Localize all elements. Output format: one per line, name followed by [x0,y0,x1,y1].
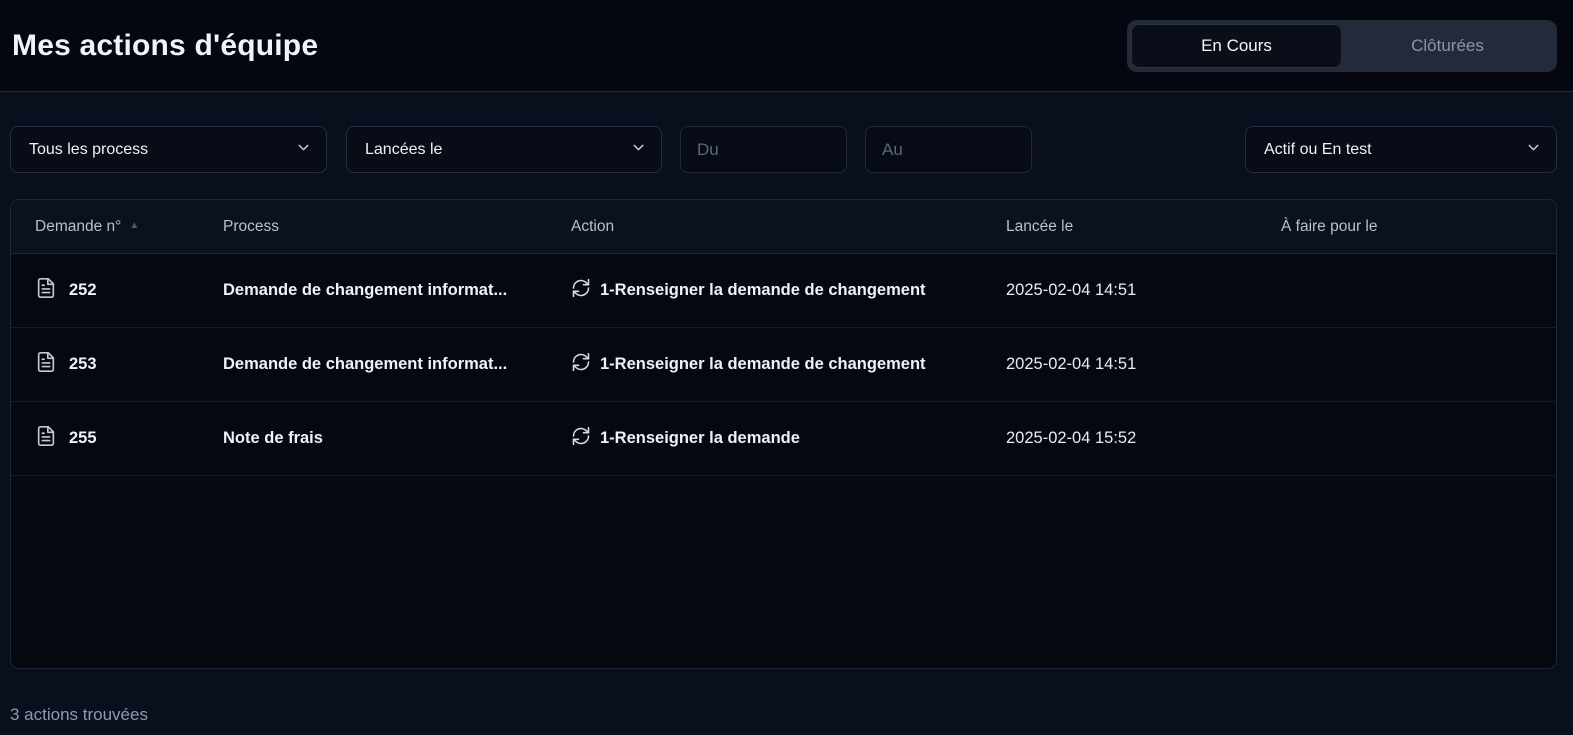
column-header-label: Demande n° [35,218,121,236]
action-label: 1-Renseigner la demande de changement [600,281,926,300]
action-label: 1-Renseigner la demande [600,429,800,448]
action-label: 1-Renseigner la demande de changement [600,355,926,374]
table-row[interactable]: 253 Demande de changement informat... 1-… [11,328,1556,402]
date-from-input[interactable] [680,126,847,173]
page-header: Mes actions d'équipe En Cours Clôturées [0,0,1573,92]
demande-number: 252 [69,281,97,300]
launched-date: 2025-02-04 15:52 [1006,429,1281,448]
chevron-down-icon [1515,139,1542,161]
column-header-process[interactable]: Process [223,218,571,236]
actions-table: Demande n° ▲ Process Action Lancée le À … [10,199,1557,669]
table-header-row: Demande n° ▲ Process Action Lancée le À … [11,200,1556,254]
table-body: 252 Demande de changement informat... 1-… [11,254,1556,476]
demande-number: 255 [69,429,97,448]
action-cell: 1-Renseigner la demande de changement [571,352,1006,377]
status-toggle: En Cours Clôturées [1127,20,1557,72]
results-count: 3 actions trouvées [10,705,1557,725]
column-header-action[interactable]: Action [571,218,1006,236]
file-text-icon [35,277,57,304]
refresh-icon [571,426,591,451]
table-row[interactable]: 252 Demande de changement informat... 1-… [11,254,1556,328]
demande-cell: 253 [35,351,223,378]
action-cell: 1-Renseigner la demande de changement [571,278,1006,303]
page-title: Mes actions d'équipe [12,29,318,63]
demande-cell: 252 [35,277,223,304]
chevron-down-icon [620,139,647,161]
process-filter-value: Tous les process [29,141,285,159]
filters-bar: Tous les process Lancées le Actif ou En … [10,126,1557,173]
main-content: Tous les process Lancées le Actif ou En … [0,92,1573,735]
app-root: Mes actions d'équipe En Cours Clôturées … [0,0,1573,735]
launched-date: 2025-02-04 14:51 [1006,281,1281,300]
tab-cloturees[interactable]: Clôturées [1342,24,1553,68]
sort-asc-icon: ▲ [129,220,139,231]
process-name: Demande de changement informat... [223,281,571,300]
process-name: Note de frais [223,429,571,448]
file-text-icon [35,351,57,378]
demande-number: 253 [69,355,97,374]
column-header-lancee[interactable]: Lancée le [1006,218,1281,236]
column-header-afaire[interactable]: À faire pour le [1281,218,1556,236]
date-to-input[interactable] [865,126,1032,173]
process-filter-select[interactable]: Tous les process [10,126,327,173]
demande-cell: 255 [35,425,223,452]
file-text-icon [35,425,57,452]
refresh-icon [571,278,591,303]
table-row[interactable]: 255 Note de frais 1-Renseigner la demand… [11,402,1556,476]
launched-date: 2025-02-04 14:51 [1006,355,1281,374]
process-name: Demande de changement informat... [223,355,571,374]
action-cell: 1-Renseigner la demande [571,426,1006,451]
chevron-down-icon [285,139,312,161]
date-mode-select[interactable]: Lancées le [346,126,662,173]
date-mode-value: Lancées le [365,141,620,159]
column-header-demande[interactable]: Demande n° ▲ [35,218,223,236]
status-filter-value: Actif ou En test [1264,141,1515,159]
status-filter-select[interactable]: Actif ou En test [1245,126,1557,173]
tab-en-cours[interactable]: En Cours [1131,24,1342,68]
refresh-icon [571,352,591,377]
